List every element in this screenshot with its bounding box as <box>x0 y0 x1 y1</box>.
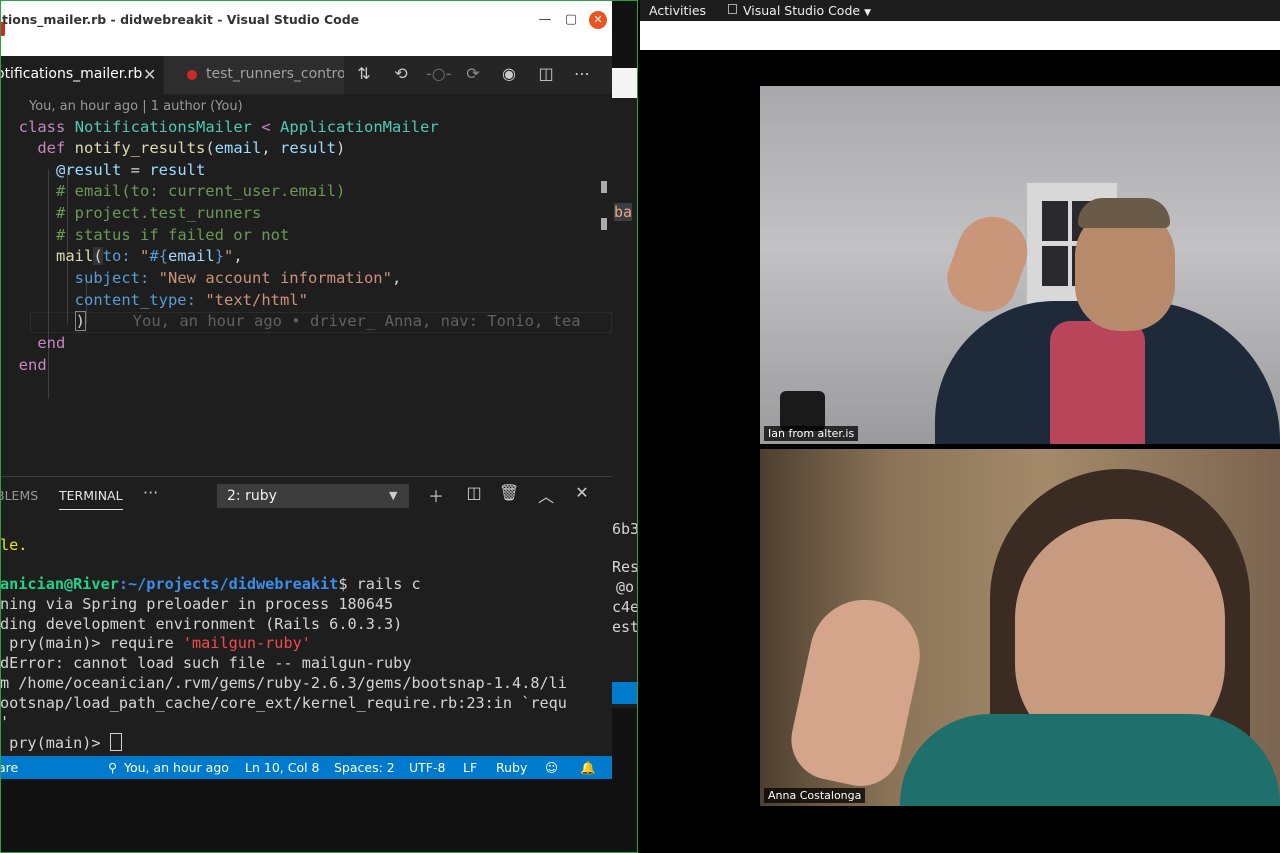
video-tile-anna[interactable]: Anna Costalonga <box>760 449 1280 806</box>
title-bar: tions_mailer.rb - didwebreakit - Visual … <box>0 0 612 56</box>
code-line: ) You, an hour ago • driver_ Anna, nav: … <box>74 311 581 331</box>
speaker <box>780 391 825 431</box>
git-graph-icon[interactable]: ◉ <box>498 64 520 83</box>
code-line: def notify_results(email, result) <box>37 139 346 157</box>
source-control-compare-icon[interactable]: ⇅ <box>353 64 375 83</box>
terminal-line: ootsnap/load_path_cache/core_ext/kernel_… <box>0 694 567 712</box>
split-editor-icon[interactable]: ◫ <box>535 64 557 83</box>
ruby-file-icon <box>187 70 197 80</box>
tab-test-runners-controller[interactable]: test_runners_contro <box>164 56 344 94</box>
tab-label: test_runners_contro <box>206 66 344 82</box>
zoom-header-strip <box>640 21 1280 50</box>
vscode-window: tions_mailer.rb - didwebreakit - Visual … <box>0 0 612 779</box>
commit-dot-icon[interactable]: -○- <box>426 64 452 83</box>
terminal-select-value: 2: ruby <box>227 488 277 504</box>
inline-blame: You, an hour ago • driver_ Anna, nav: To… <box>132 312 581 330</box>
tab-notifications-mailer[interactable]: otifications_mailer.rb ✕ <box>0 56 163 94</box>
window-close-icon[interactable]: ✕ <box>589 11 607 29</box>
bg-fragment: @o <box>616 578 635 596</box>
codelens-blame[interactable]: You, an hour ago | 1 author (You) <box>29 99 243 114</box>
status-blame[interactable]: You, an hour ago <box>124 760 229 775</box>
person-sweater <box>900 714 1280 806</box>
tab-problems[interactable]: BLEMS <box>0 488 38 503</box>
tab-bar: otifications_mailer.rb ✕ test_runners_co… <box>0 56 612 94</box>
app-icon <box>728 4 737 14</box>
terminal-cursor <box>109 733 122 751</box>
status-language[interactable]: Ruby <box>496 760 527 775</box>
next-change-icon[interactable]: ⟳ <box>462 64 484 83</box>
code-line: mail(to: "#{email}", <box>56 247 243 265</box>
app-menu-label: Visual Studio Code <box>743 3 861 18</box>
participant-name: Anna Costalonga <box>764 788 866 803</box>
status-position[interactable]: Ln 10, Col 8 <box>245 760 320 775</box>
code-line: end <box>37 334 66 352</box>
bg-fragment: est <box>612 618 640 636</box>
code-line: class NotificationsMailer < ApplicationM… <box>18 118 439 136</box>
terminal-line: ning via Spring preloader in process 180… <box>0 595 394 613</box>
panel-more-icon[interactable]: ··· <box>143 483 158 502</box>
code-line: content_type: "text/html" <box>74 291 308 309</box>
status-eol[interactable]: LF <box>463 760 477 775</box>
bg-fragment: c4e <box>612 598 640 616</box>
split-terminal-icon[interactable]: ◫ <box>464 483 484 502</box>
code-line: # status if failed or not <box>56 226 290 244</box>
scrollbar-marker[interactable] <box>601 218 607 230</box>
scrollbar-marker[interactable] <box>601 181 607 193</box>
window-title: tions_mailer.rb - didwebreakit - Visual … <box>2 12 360 27</box>
bell-icon[interactable]: 🔔 <box>580 760 596 776</box>
bg-fragment: 6b3 <box>612 520 640 538</box>
bg-fragment: ba <box>614 203 633 221</box>
panel: BLEMS TERMINAL ··· 2: ruby ▼ ＋ ◫ 🗑 ︿ ✕ l… <box>0 476 612 757</box>
terminal-select[interactable]: 2: ruby ▼ <box>217 484 409 508</box>
terminal-line: m /home/oceanician/.rvm/gems/ruby-2.6.3/… <box>0 674 567 692</box>
status-live-share[interactable]: are <box>0 760 18 775</box>
status-indent[interactable]: Spaces: 2 <box>334 760 395 775</box>
code-line: # email(to: current_user.email) <box>56 182 346 200</box>
code-line: @result = result <box>56 161 206 179</box>
person-hair <box>1078 198 1170 228</box>
status-encoding[interactable]: UTF-8 <box>409 760 445 775</box>
ubuntu-top-bar: Activities Visual Studio Code ▼ <box>640 0 1280 21</box>
window-pane <box>1042 246 1068 286</box>
window-pane <box>1042 201 1068 241</box>
terminal-line: le. <box>0 536 28 554</box>
participant-name: Ian from alter.is <box>764 426 859 441</box>
bg-fragment: Res <box>612 558 640 576</box>
minimize-icon[interactable]: — <box>536 11 554 29</box>
terminal-line: anician@River:~/projects/didwebreakit$ r… <box>0 575 421 593</box>
git-blame-icon: ⚲ <box>108 760 118 775</box>
more-actions-icon[interactable]: ⋯ <box>571 64 593 83</box>
code-editor[interactable]: You, an hour ago | 1 author (You) class … <box>0 94 612 476</box>
maximize-panel-icon[interactable]: ︿ <box>536 483 556 507</box>
app-menu[interactable]: Visual Studio Code ▼ <box>743 3 871 18</box>
terminal-line: pry(main)> require 'mailgun-ruby' <box>0 634 311 652</box>
code-line: end <box>18 356 47 374</box>
previous-change-icon[interactable]: ⟲ <box>390 64 412 83</box>
person-shirt <box>1050 321 1145 444</box>
terminal-line: ' <box>0 713 10 731</box>
terminal-line: dError: cannot load such file -- mailgun… <box>0 654 412 672</box>
terminal-line: ding development environment (Rails 6.0.… <box>0 615 403 633</box>
terminal-line[interactable]: pry(main)> <box>0 733 122 752</box>
waving-hand <box>783 589 931 794</box>
code-line: subject: "New account information", <box>74 269 402 287</box>
tab-label: otifications_mailer.rb <box>0 66 143 82</box>
new-terminal-icon[interactable]: ＋ <box>426 483 446 507</box>
maximize-icon[interactable]: ▢ <box>562 11 580 29</box>
waving-hand <box>938 206 1038 321</box>
close-icon[interactable]: ✕ <box>143 65 156 84</box>
code-line: # project.test_runners <box>56 204 262 222</box>
video-tile-ian[interactable]: Ian from alter.is <box>760 86 1280 444</box>
status-bar: are ⚲ You, an hour ago Ln 10, Col 8 Spac… <box>0 756 612 779</box>
trash-icon[interactable]: 🗑 <box>499 483 519 502</box>
tab-terminal[interactable]: TERMINAL <box>59 488 123 510</box>
screen-share: ba 6b3 Res @o c4e est tions_mailer.rb - … <box>0 0 640 853</box>
chevron-down-icon: ▼ <box>864 8 871 18</box>
close-panel-icon[interactable]: ✕ <box>572 483 592 502</box>
chevron-down-icon: ▼ <box>389 489 398 502</box>
feedback-icon[interactable]: ☺ <box>545 760 558 775</box>
activities-button[interactable]: Activities <box>649 3 706 18</box>
